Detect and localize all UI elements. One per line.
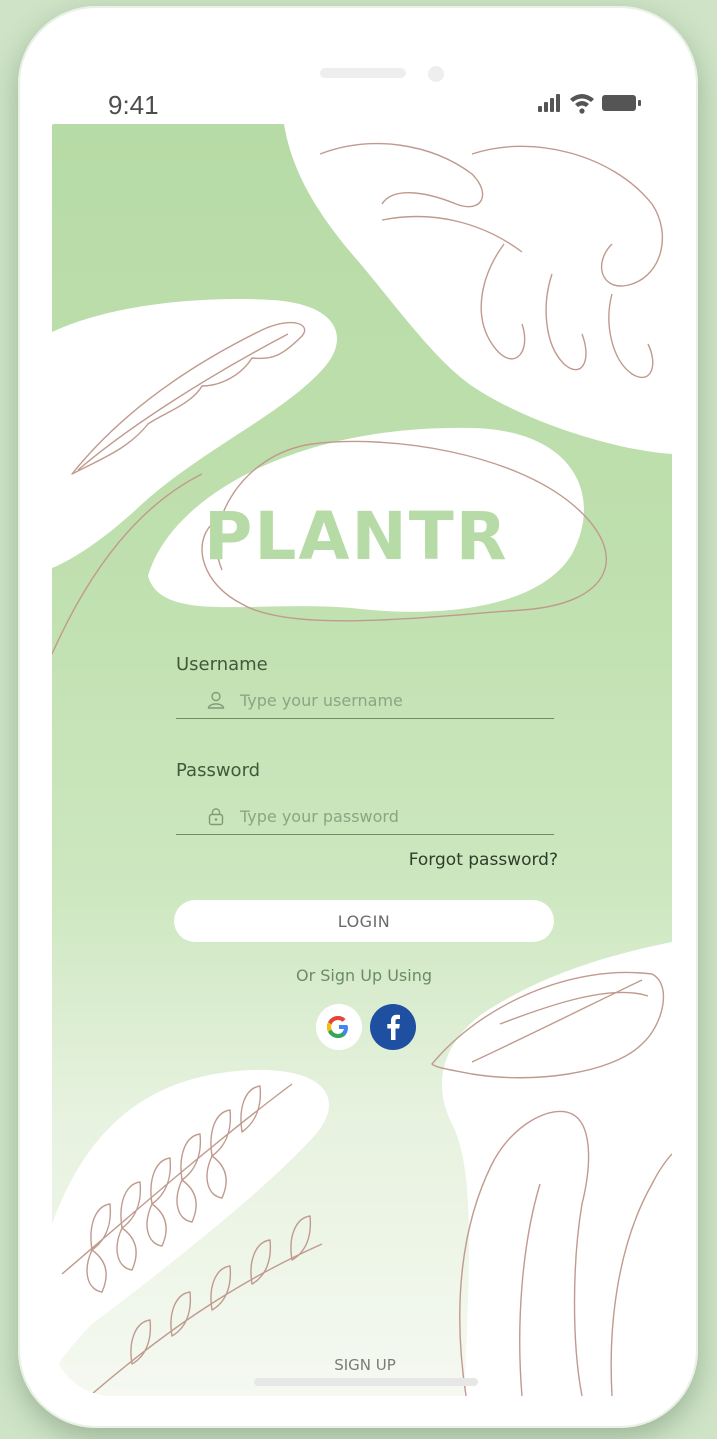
status-time: 9:41 [108,90,159,120]
login-button[interactable]: LOGIN [174,900,554,942]
google-icon [327,1016,348,1038]
leaf-illustration [52,124,672,1396]
lock-icon [208,808,224,826]
username-label: Username [176,654,268,675]
login-screen: PLANTR [52,124,672,1396]
phone-frame: 9:41 PLANTR Username Type your username … [18,6,698,1428]
password-field[interactable] [176,798,554,835]
speaker-notch [320,68,406,78]
facebook-icon [387,1014,400,1040]
camera-notch [428,66,444,82]
wifi-icon [570,94,594,114]
username-field[interactable] [176,682,554,719]
home-indicator[interactable] [254,1378,478,1386]
password-input[interactable] [240,806,540,826]
status-icons [538,94,641,114]
battery-icon [602,95,641,111]
facebook-signup-button[interactable] [370,1004,416,1050]
signal-icon [538,94,560,112]
app-logo: PLANTR [204,498,509,575]
signup-link[interactable]: SIGN UP [300,1356,430,1374]
username-input[interactable] [240,690,540,710]
forgot-password-link[interactable]: Forgot password? [334,850,558,870]
google-signup-button[interactable] [316,1004,362,1050]
password-label: Password [176,760,261,781]
user-icon [207,691,225,709]
alt-signup-text: Or Sign Up Using [296,966,432,985]
